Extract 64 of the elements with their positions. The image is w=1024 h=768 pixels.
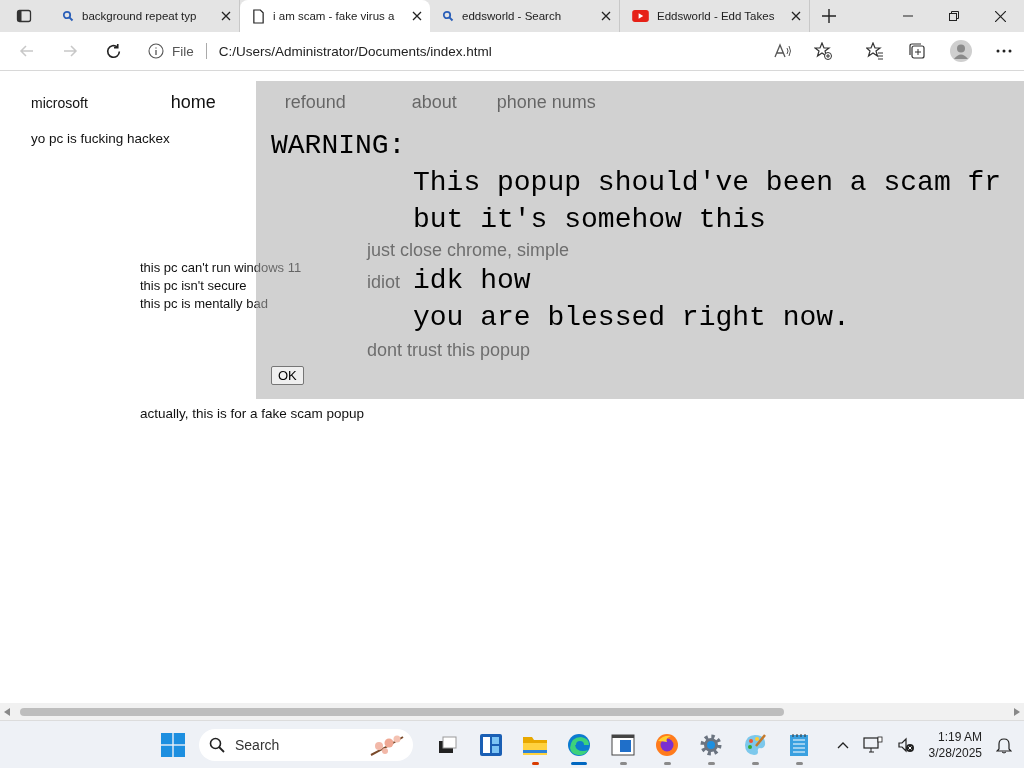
close-icon[interactable]	[601, 11, 611, 21]
read-aloud-icon[interactable]	[774, 43, 792, 59]
volume-muted-icon[interactable]	[896, 736, 915, 753]
url-text: C:/Users/Administrator/Documents/index.html	[218, 43, 492, 59]
task-view-icon[interactable]	[437, 734, 457, 755]
hint-text: just close chrome, simple	[367, 239, 570, 261]
video-icon	[632, 10, 649, 22]
nav-link[interactable]: phone nums	[496, 91, 596, 113]
scroll-left-icon[interactable]	[4, 707, 10, 716]
nav-link[interactable]: home	[170, 91, 285, 113]
warning-line: this pc is mentally bad	[140, 295, 269, 313]
clock-time[interactable]: 1:19 AM	[937, 728, 982, 745]
close-icon[interactable]	[995, 10, 1006, 22]
profile-icon[interactable]	[950, 40, 972, 62]
ok-button[interactable]: OK	[271, 366, 304, 385]
chevron-up-icon[interactable]	[836, 740, 849, 749]
start-icon[interactable]	[161, 732, 185, 757]
settings-icon[interactable]	[699, 732, 723, 757]
footer-text: actually, this is for a fake scam popup	[140, 405, 365, 423]
widgets-icon[interactable]	[479, 732, 503, 757]
notepad-icon[interactable]	[789, 732, 809, 757]
new-tab-icon[interactable]	[822, 9, 836, 23]
headline-text: yo pc is fucking hackex	[31, 130, 170, 148]
collections-icon[interactable]	[908, 42, 926, 60]
more-icon[interactable]	[996, 49, 1012, 53]
firefox-icon[interactable]	[655, 732, 679, 757]
favorites-icon[interactable]	[866, 42, 884, 60]
file-label: File	[172, 43, 194, 59]
search-placeholder: Search	[235, 736, 281, 753]
warning-line: this pc isn't secure	[140, 277, 248, 295]
page-icon	[252, 8, 265, 24]
palette-icon[interactable]	[743, 732, 767, 757]
network-icon[interactable]	[862, 735, 883, 754]
info-icon[interactable]	[148, 43, 164, 59]
popup-message-line: idk how	[413, 264, 531, 298]
search-icon	[62, 10, 74, 22]
search-icon	[209, 736, 225, 753]
nav-link[interactable]: refound	[284, 91, 412, 113]
scrollbar-thumb[interactable]	[20, 708, 784, 716]
close-icon[interactable]	[791, 11, 801, 21]
popup-message-line: but it's somehow this	[413, 203, 766, 237]
search-icon	[442, 10, 454, 22]
popup-message-line: This popup should've been a scam fr	[413, 166, 1002, 200]
refresh-icon[interactable]	[105, 42, 122, 60]
clock-date[interactable]: 3/28/2025	[928, 744, 982, 761]
add-favorite-icon[interactable]	[814, 42, 832, 60]
close-icon[interactable]	[221, 11, 231, 21]
browser-tab[interactable]: i am scam - fake virus a	[240, 0, 430, 32]
brand-text: microsoft	[31, 94, 88, 113]
popup-heading: WARNING:	[271, 129, 406, 163]
app-window-icon[interactable]	[611, 733, 635, 756]
taskbar-search-field[interactable]: Search	[199, 728, 413, 761]
hint-text: idiot	[367, 271, 401, 293]
nav-link[interactable]: about	[411, 91, 497, 113]
edge-browser-icon[interactable]	[567, 732, 591, 757]
restore-icon[interactable]	[949, 11, 959, 21]
tab-actions-icon[interactable]	[16, 8, 32, 24]
popup-message-line: you are blessed right now.	[413, 301, 850, 335]
hint-text: dont trust this popup	[367, 339, 531, 361]
close-icon[interactable]	[412, 11, 422, 21]
horizontal-scrollbar[interactable]	[0, 703, 1024, 720]
scroll-right-icon[interactable]	[1014, 707, 1020, 716]
notification-bell-icon[interactable]	[996, 735, 1012, 754]
warning-line: this pc can't run windows 11	[140, 259, 303, 277]
